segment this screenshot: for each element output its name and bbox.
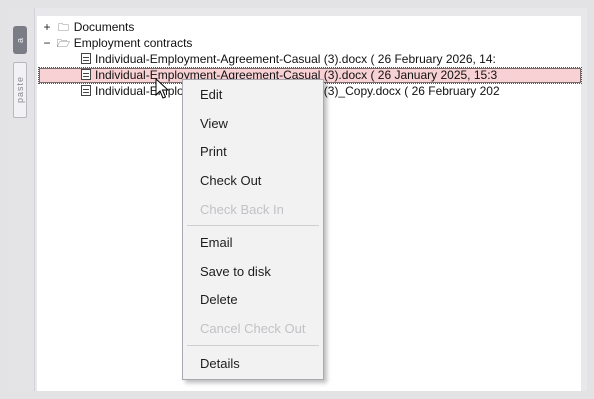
document-icon xyxy=(81,53,91,64)
folder-icon: 🗀 xyxy=(57,22,69,34)
menu-item-save-to-disk[interactable]: Save to disk xyxy=(183,258,323,286)
tree-file-label: Individual-Employment-Agreement-Casual (… xyxy=(95,52,496,66)
rail-tab-paste[interactable]: paste xyxy=(13,62,27,118)
mouse-pointer-icon xyxy=(155,78,169,99)
rail-tab-a[interactable]: a xyxy=(13,26,27,54)
expand-icon[interactable]: + xyxy=(41,20,53,35)
tree-folder-label: Documents xyxy=(73,20,135,34)
tree-folder-documents[interactable]: + 🗀 Documents xyxy=(41,20,585,35)
menu-item-check-out[interactable]: Check Out xyxy=(183,167,323,195)
menu-item-cancel-check-out: Cancel Check Out xyxy=(200,321,306,336)
menu-separator xyxy=(187,345,319,346)
tree-folder-label: Employment contracts xyxy=(73,36,193,50)
menu-item-edit[interactable]: Edit xyxy=(183,81,323,109)
tree-file-row[interactable]: Individual-Employment-Agreement-Casual (… xyxy=(79,52,581,67)
menu-item-view[interactable]: View xyxy=(183,110,323,138)
menu-item-email[interactable]: Email xyxy=(183,229,323,257)
menu-item-details[interactable]: Details xyxy=(183,350,323,378)
rail-tab-paste-label: paste xyxy=(15,76,25,104)
menu-separator xyxy=(187,225,319,226)
menu-item-print[interactable]: Print xyxy=(183,138,323,166)
collapse-icon[interactable]: − xyxy=(41,36,53,51)
menu-item-check-back-in: Check Back In xyxy=(200,202,284,217)
tree-folder-employment-contracts[interactable]: − 🗁 Employment contracts xyxy=(41,36,585,51)
context-menu: Edit View Print Check Out Check Back In … xyxy=(182,79,324,380)
rail-tab-a-label: a xyxy=(15,36,25,43)
document-icon xyxy=(81,85,91,96)
document-icon xyxy=(81,69,91,80)
open-folder-icon: 🗁 xyxy=(56,38,71,50)
menu-item-delete[interactable]: Delete xyxy=(183,286,323,314)
